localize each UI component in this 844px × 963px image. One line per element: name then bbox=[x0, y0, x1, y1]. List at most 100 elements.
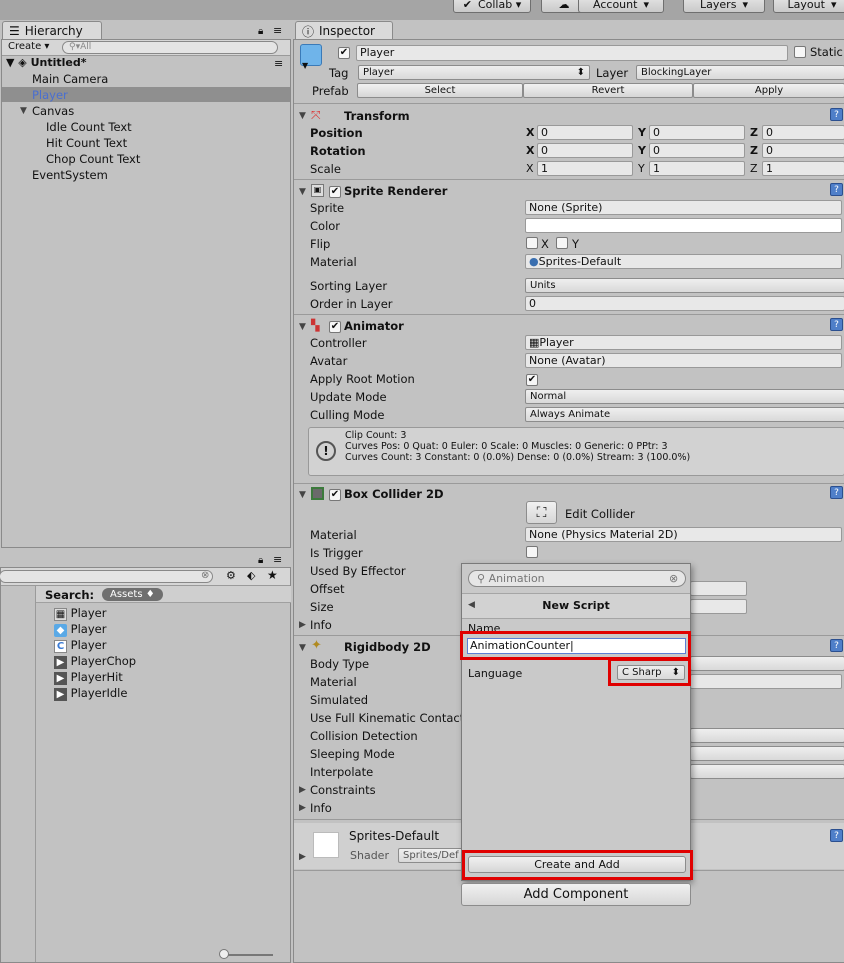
assets-scope-badge[interactable]: Assets ♦ bbox=[102, 588, 163, 601]
favorite-star-icon[interactable]: ★ bbox=[267, 568, 278, 582]
rotation-y-input[interactable]: 0 bbox=[649, 143, 745, 158]
rigidbody-icon: ✦ bbox=[311, 638, 322, 653]
component-enabled-checkbox[interactable]: ✔ bbox=[329, 487, 341, 501]
help-book-icon[interactable]: ? bbox=[830, 108, 843, 121]
prefab-select-button[interactable]: Select bbox=[357, 83, 523, 98]
panel-menu-icon[interactable]: ≡ bbox=[273, 553, 282, 566]
controller-field[interactable]: ▦Player bbox=[525, 335, 842, 350]
culling-mode-dropdown[interactable]: Always Animate bbox=[525, 407, 844, 422]
hierarchy-search-input[interactable]: ⚲▾All bbox=[62, 41, 278, 54]
offset-field[interactable] bbox=[690, 581, 747, 596]
foldout-arrow-icon[interactable]: ▼ bbox=[299, 187, 306, 197]
edit-collider-button[interactable]: ⛶ bbox=[526, 501, 557, 524]
asset-item[interactable]: ▶ PlayerChop bbox=[54, 654, 136, 669]
filter-by-type-icon[interactable]: ⚙ bbox=[226, 569, 236, 582]
scale-x-input[interactable]: 1 bbox=[537, 161, 633, 176]
shader-dropdown[interactable]: Sprites/Def bbox=[398, 848, 464, 863]
help-book-icon[interactable]: ? bbox=[830, 486, 843, 499]
help-book-icon[interactable]: ? bbox=[830, 829, 843, 842]
flip-x-checkbox[interactable] bbox=[526, 237, 538, 252]
position-x-input[interactable]: 0 bbox=[537, 125, 633, 140]
avatar-field[interactable]: None (Avatar) bbox=[525, 353, 842, 368]
asset-item[interactable]: ▦ Player bbox=[54, 606, 106, 621]
scale-z-input[interactable]: 1 bbox=[762, 161, 844, 176]
layout-dropdown[interactable]: Layout ▾ bbox=[773, 0, 844, 13]
component-search-input[interactable]: ⚲ Animation bbox=[468, 570, 686, 587]
prefab-revert-button[interactable]: Revert bbox=[523, 83, 693, 98]
rotation-x-input[interactable]: 0 bbox=[537, 143, 633, 158]
active-checkbox[interactable]: ✔ bbox=[338, 45, 350, 59]
rb-material-field[interactable] bbox=[690, 674, 842, 689]
foldout-arrow-icon[interactable]: ▼ bbox=[299, 322, 306, 332]
size-field[interactable] bbox=[690, 599, 747, 614]
interpolate-dropdown[interactable] bbox=[690, 764, 844, 779]
body-type-dropdown[interactable] bbox=[690, 656, 844, 671]
scene-menu-icon[interactable]: ≡ bbox=[274, 57, 283, 70]
flip-y-checkbox[interactable] bbox=[556, 237, 568, 252]
help-book-icon[interactable]: ? bbox=[830, 639, 843, 652]
component-enabled-checkbox[interactable]: ✔ bbox=[329, 184, 341, 198]
hierarchy-item-canvas[interactable]: Canvas bbox=[32, 104, 74, 118]
tab-inspector[interactable]: ⓘ Inspector bbox=[295, 21, 393, 40]
prefab-apply-button[interactable]: Apply bbox=[693, 83, 844, 98]
asset-item[interactable]: C Player bbox=[54, 638, 106, 653]
filter-by-label-icon[interactable]: ⬖ bbox=[247, 569, 255, 582]
add-component-button[interactable]: Add Component bbox=[461, 883, 691, 906]
tab-hierarchy[interactable]: ☰ Hierarchy bbox=[2, 21, 102, 40]
component-enabled-checkbox[interactable]: ✔ bbox=[329, 319, 341, 333]
foldout-arrow-icon[interactable]: ▼ bbox=[299, 643, 306, 653]
lock-icon[interactable]: 🔒︎ bbox=[258, 555, 263, 566]
hierarchy-item-main-camera[interactable]: Main Camera bbox=[32, 72, 108, 86]
apply-root-motion-checkbox[interactable]: ✔ bbox=[526, 372, 538, 386]
layer-dropdown[interactable]: BlockingLayer bbox=[636, 65, 844, 80]
tag-dropdown[interactable]: Player ⬍ bbox=[358, 65, 590, 80]
rotation-z-input[interactable]: 0 bbox=[762, 143, 844, 158]
create-dropdown[interactable]: Create ▾ bbox=[8, 41, 49, 52]
hierarchy-item-eventsystem[interactable]: EventSystem bbox=[32, 168, 108, 182]
sleeping-mode-dropdown[interactable] bbox=[690, 746, 844, 761]
foldout-arrow-icon[interactable]: ▶ bbox=[299, 803, 306, 813]
layers-dropdown[interactable]: Layers ▾ bbox=[683, 0, 765, 13]
panel-menu-icon[interactable]: ≡ bbox=[273, 24, 282, 37]
sprite-field[interactable]: None (Sprite) bbox=[525, 200, 842, 215]
icon-dropdown-arrow-icon[interactable]: ▼ bbox=[302, 61, 308, 70]
position-y-input[interactable]: 0 bbox=[649, 125, 745, 140]
expand-arrow-icon[interactable]: ▼ bbox=[20, 106, 27, 116]
scale-y-input[interactable]: 1 bbox=[649, 161, 745, 176]
position-z-input[interactable]: 0 bbox=[762, 125, 844, 140]
asset-item[interactable]: ▶ PlayerHit bbox=[54, 670, 123, 685]
color-field[interactable] bbox=[525, 218, 842, 233]
static-checkbox[interactable] bbox=[794, 46, 806, 61]
asset-item[interactable]: ▶ PlayerIdle bbox=[54, 686, 127, 701]
foldout-arrow-icon[interactable]: ▼ bbox=[299, 111, 306, 121]
sorting-layer-dropdown[interactable]: Units bbox=[525, 278, 844, 293]
project-search-input[interactable] bbox=[0, 570, 213, 583]
hierarchy-item-player[interactable]: Player bbox=[32, 88, 68, 102]
object-name-input[interactable]: Player bbox=[356, 45, 788, 61]
asset-item[interactable]: ◆ Player bbox=[54, 622, 106, 637]
lock-icon[interactable]: 🔒︎ bbox=[258, 26, 263, 37]
is-trigger-checkbox[interactable] bbox=[526, 546, 538, 561]
position-label: Position bbox=[310, 126, 363, 140]
help-book-icon[interactable]: ? bbox=[830, 318, 843, 331]
collider-material-field[interactable]: None (Physics Material 2D) bbox=[525, 527, 842, 542]
scene-root[interactable]: ▼ ◈ Untitled* bbox=[6, 56, 87, 69]
hierarchy-item-idle-count-text[interactable]: Idle Count Text bbox=[46, 120, 132, 134]
clear-search-icon[interactable]: ⊗ bbox=[201, 570, 209, 581]
hierarchy-item-hit-count-text[interactable]: Hit Count Text bbox=[46, 136, 127, 150]
foldout-arrow-icon[interactable]: ▶ bbox=[299, 852, 306, 862]
foldout-arrow-icon[interactable]: ▶ bbox=[299, 620, 306, 630]
help-book-icon[interactable]: ? bbox=[830, 183, 843, 196]
order-in-layer-input[interactable]: 0 bbox=[525, 296, 844, 311]
update-mode-dropdown[interactable]: Normal bbox=[525, 389, 844, 404]
collision-detection-dropdown[interactable] bbox=[690, 728, 844, 743]
clear-search-icon[interactable]: ⊗ bbox=[669, 572, 678, 585]
material-field[interactable]: ●Sprites-Default bbox=[525, 254, 842, 269]
hierarchy-item-chop-count-text[interactable]: Chop Count Text bbox=[46, 152, 140, 166]
account-dropdown[interactable]: Account ▾ bbox=[578, 0, 664, 13]
transform-title: Transform bbox=[344, 109, 410, 123]
zoom-slider-thumb[interactable] bbox=[219, 949, 229, 959]
foldout-arrow-icon[interactable]: ▼ bbox=[299, 490, 306, 500]
foldout-arrow-icon[interactable]: ▶ bbox=[299, 785, 306, 795]
collab-button[interactable]: ✔ Collab ▾ bbox=[453, 0, 531, 13]
